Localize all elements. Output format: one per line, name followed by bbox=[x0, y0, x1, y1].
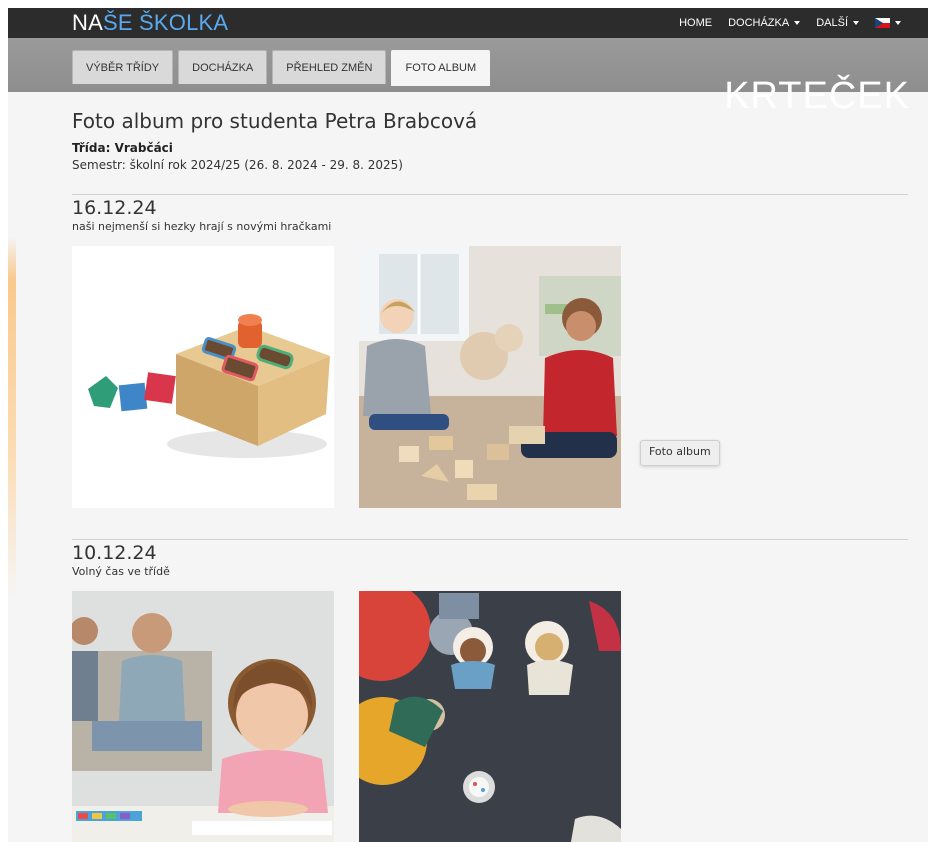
album-date: 10.12.24 bbox=[72, 542, 157, 564]
semester-info: Semestr: školní rok 2024/25 (26. 8. 2024… bbox=[72, 158, 403, 172]
brand-text-part2: ŠE Š bbox=[102, 10, 154, 35]
chevron-down-icon bbox=[853, 21, 859, 25]
tab-bar: VÝBĚR TŘÍDY DOCHÁZKA PŘEHLED ZMĚN FOTO A… bbox=[8, 38, 928, 117]
class-info: Třída: Vrabčáci bbox=[72, 141, 173, 155]
language-dropdown[interactable] bbox=[875, 18, 901, 28]
decorative-strip bbox=[8, 236, 16, 598]
brand-text-part1: NA bbox=[72, 10, 103, 35]
album-caption: Volný čas ve třídě bbox=[72, 565, 170, 578]
page-title: Foto album pro studenta Petra Brabcová bbox=[72, 109, 478, 133]
photo-tooltip: Foto album bbox=[640, 440, 720, 466]
album-photo-shape-sorter[interactable] bbox=[72, 246, 334, 508]
album-photo-girl-drawing[interactable] bbox=[72, 591, 334, 842]
album-caption: naši nejmenší si hezky hrají s novými hr… bbox=[72, 220, 332, 233]
album-photo-children-circle[interactable] bbox=[359, 591, 621, 842]
nav-attendance-dropdown[interactable]: DOCHÁZKA bbox=[728, 17, 801, 29]
album-photo-children-playing[interactable] bbox=[359, 246, 621, 508]
tabs: VÝBĚR TŘÍDY DOCHÁZKA PŘEHLED ZMĚN FOTO A… bbox=[72, 50, 495, 86]
tab-class-selection[interactable]: VÝBĚR TŘÍDY bbox=[72, 50, 174, 84]
main-content: Foto album pro studenta Petra Brabcová T… bbox=[72, 92, 908, 842]
album-section: 10.12.24 Volný čas ve třídě bbox=[72, 539, 908, 842]
nav-attendance-label: DOCHÁZKA bbox=[728, 17, 790, 29]
brand-text-part3: KOLKA bbox=[153, 10, 229, 35]
tab-attendance[interactable]: DOCHÁZKA bbox=[178, 50, 268, 84]
nav-more-label: DALŠÍ bbox=[816, 17, 848, 29]
nav-more-dropdown[interactable]: DALŠÍ bbox=[816, 17, 859, 29]
top-navbar: NAŠE ŠKOLKA HOME DOCHÁZKA DALŠÍ bbox=[8, 8, 928, 38]
nav-home[interactable]: HOME bbox=[679, 17, 712, 29]
brand-logo[interactable]: NAŠE ŠKOLKA bbox=[72, 10, 228, 36]
top-menu: HOME DOCHÁZKA DALŠÍ bbox=[663, 8, 901, 38]
chevron-down-icon bbox=[794, 21, 801, 25]
app-window: NAŠE ŠKOLKA HOME DOCHÁZKA DALŠÍ VÝBĚR TŘ… bbox=[8, 8, 928, 842]
photo-row bbox=[72, 591, 908, 842]
chevron-down-icon bbox=[895, 21, 901, 25]
photo-row bbox=[72, 246, 908, 508]
tab-photo-album[interactable]: FOTO ALBUM bbox=[391, 50, 491, 86]
czech-flag-icon bbox=[875, 18, 890, 28]
album-section: 16.12.24 naši nejmenší si hezky hrají s … bbox=[72, 194, 908, 508]
album-date: 16.12.24 bbox=[72, 197, 157, 219]
tab-changes-overview[interactable]: PŘEHLED ZMĚN bbox=[272, 50, 387, 84]
